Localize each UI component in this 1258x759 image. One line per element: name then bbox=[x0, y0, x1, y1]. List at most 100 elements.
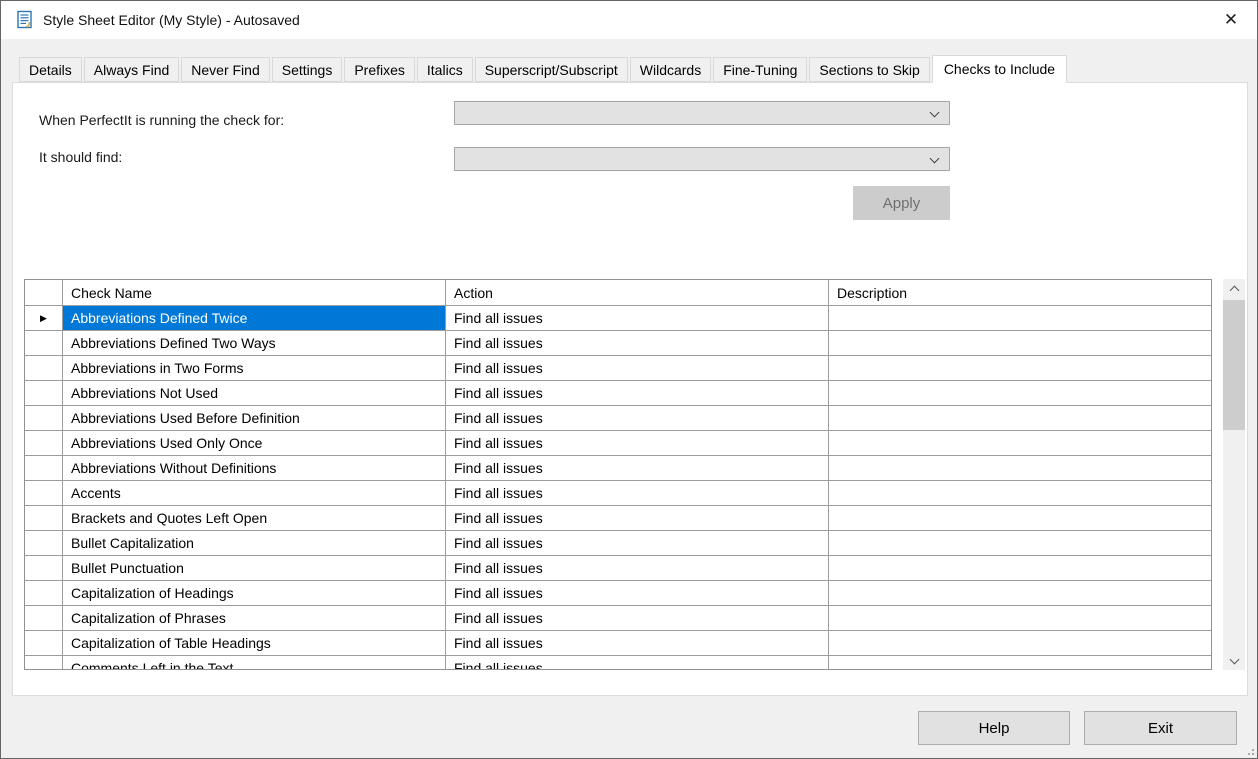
description-cell[interactable] bbox=[829, 456, 1211, 481]
description-cell[interactable] bbox=[829, 331, 1211, 356]
check-name-cell[interactable]: Abbreviations in Two Forms bbox=[63, 356, 446, 381]
tab-settings[interactable]: Settings bbox=[272, 57, 343, 82]
row-selector-cell[interactable] bbox=[25, 506, 63, 531]
check-name-cell[interactable]: Brackets and Quotes Left Open bbox=[63, 506, 446, 531]
description-cell[interactable] bbox=[829, 531, 1211, 556]
action-cell[interactable]: Find all issues bbox=[446, 506, 829, 531]
row-selector-cell[interactable] bbox=[25, 531, 63, 556]
table-row[interactable]: Abbreviations Without DefinitionsFind al… bbox=[25, 456, 1211, 481]
description-cell[interactable] bbox=[829, 406, 1211, 431]
table-row[interactable]: Capitalization of HeadingsFind all issue… bbox=[25, 581, 1211, 606]
table-row[interactable]: Bullet PunctuationFind all issues bbox=[25, 556, 1211, 581]
tab-never-find[interactable]: Never Find bbox=[181, 57, 269, 82]
row-selector-cell[interactable] bbox=[25, 406, 63, 431]
check-name-cell[interactable]: Capitalization of Table Headings bbox=[63, 631, 446, 656]
column-header-action[interactable]: Action bbox=[446, 280, 829, 306]
tab-details[interactable]: Details bbox=[19, 57, 82, 82]
check-name-cell[interactable]: Capitalization of Headings bbox=[63, 581, 446, 606]
tab-wildcards[interactable]: Wildcards bbox=[630, 57, 711, 82]
column-header-description[interactable]: Description bbox=[829, 280, 1211, 306]
scroll-up-button[interactable] bbox=[1223, 279, 1245, 298]
description-cell[interactable] bbox=[829, 506, 1211, 531]
check-name-cell[interactable]: Capitalization of Phrases bbox=[63, 606, 446, 631]
row-selector-cell[interactable] bbox=[25, 456, 63, 481]
row-selector-cell[interactable] bbox=[25, 631, 63, 656]
table-row[interactable]: AccentsFind all issues bbox=[25, 481, 1211, 506]
check-name-cell[interactable]: Abbreviations Used Only Once bbox=[63, 431, 446, 456]
action-cell[interactable]: Find all issues bbox=[446, 656, 829, 670]
table-row[interactable]: Bullet CapitalizationFind all issues bbox=[25, 531, 1211, 556]
check-name-cell[interactable]: Accents bbox=[63, 481, 446, 506]
action-cell[interactable]: Find all issues bbox=[446, 531, 829, 556]
table-row[interactable]: Abbreviations Defined Two WaysFind all i… bbox=[25, 331, 1211, 356]
table-row[interactable]: ▶Abbreviations Defined TwiceFind all iss… bbox=[25, 306, 1211, 331]
check-name-cell[interactable]: Abbreviations Defined Twice bbox=[63, 306, 446, 331]
description-cell[interactable] bbox=[829, 306, 1211, 331]
description-cell[interactable] bbox=[829, 431, 1211, 456]
row-selector-cell[interactable] bbox=[25, 356, 63, 381]
tab-superscript-subscript[interactable]: Superscript/Subscript bbox=[475, 57, 628, 82]
row-selector-cell[interactable] bbox=[25, 606, 63, 631]
action-cell[interactable]: Find all issues bbox=[446, 356, 829, 381]
description-cell[interactable] bbox=[829, 556, 1211, 581]
scroll-down-button[interactable] bbox=[1223, 651, 1245, 670]
vertical-scrollbar[interactable] bbox=[1223, 279, 1245, 670]
check-name-cell[interactable]: Bullet Punctuation bbox=[63, 556, 446, 581]
row-selector-cell[interactable] bbox=[25, 331, 63, 356]
description-cell[interactable] bbox=[829, 381, 1211, 406]
table-row[interactable]: Comments Left in the TextFind all issues bbox=[25, 656, 1211, 670]
action-cell[interactable]: Find all issues bbox=[446, 381, 829, 406]
tab-fine-tuning[interactable]: Fine-Tuning bbox=[713, 57, 807, 82]
action-cell[interactable]: Find all issues bbox=[446, 431, 829, 456]
check-name-cell[interactable]: Comments Left in the Text bbox=[63, 656, 446, 670]
help-button[interactable]: Help bbox=[918, 711, 1070, 745]
check-name-cell[interactable]: Bullet Capitalization bbox=[63, 531, 446, 556]
table-row[interactable]: Abbreviations Used Before DefinitionFind… bbox=[25, 406, 1211, 431]
resize-grip[interactable] bbox=[1244, 745, 1254, 755]
action-cell[interactable]: Find all issues bbox=[446, 481, 829, 506]
action-cell[interactable]: Find all issues bbox=[446, 406, 829, 431]
tab-prefixes[interactable]: Prefixes bbox=[344, 57, 415, 82]
exit-button[interactable]: Exit bbox=[1084, 711, 1237, 745]
row-selector-cell[interactable] bbox=[25, 481, 63, 506]
action-cell[interactable]: Find all issues bbox=[446, 456, 829, 481]
action-cell[interactable]: Find all issues bbox=[446, 331, 829, 356]
tab-always-find[interactable]: Always Find bbox=[84, 57, 179, 82]
check-name-cell[interactable]: Abbreviations Used Before Definition bbox=[63, 406, 446, 431]
table-row[interactable]: Brackets and Quotes Left OpenFind all is… bbox=[25, 506, 1211, 531]
scrollbar-thumb[interactable] bbox=[1223, 300, 1245, 430]
running-check-for-dropdown[interactable] bbox=[454, 101, 950, 125]
apply-button[interactable]: Apply bbox=[853, 186, 950, 220]
action-cell[interactable]: Find all issues bbox=[446, 306, 829, 331]
close-icon[interactable]: ✕ bbox=[1215, 5, 1247, 35]
row-selector-cell[interactable] bbox=[25, 581, 63, 606]
column-header-check-name[interactable]: Check Name bbox=[63, 280, 446, 306]
table-row[interactable]: Capitalization of Table HeadingsFind all… bbox=[25, 631, 1211, 656]
tab-italics[interactable]: Italics bbox=[417, 57, 473, 82]
row-selector-cell[interactable]: ▶ bbox=[25, 306, 63, 331]
action-cell[interactable]: Find all issues bbox=[446, 606, 829, 631]
description-cell[interactable] bbox=[829, 481, 1211, 506]
row-selector-cell[interactable] bbox=[25, 431, 63, 456]
check-name-cell[interactable]: Abbreviations Not Used bbox=[63, 381, 446, 406]
description-cell[interactable] bbox=[829, 631, 1211, 656]
row-selector-cell[interactable] bbox=[25, 656, 63, 670]
action-cell[interactable]: Find all issues bbox=[446, 581, 829, 606]
description-cell[interactable] bbox=[829, 581, 1211, 606]
row-selector-cell[interactable] bbox=[25, 556, 63, 581]
check-name-cell[interactable]: Abbreviations Defined Two Ways bbox=[63, 331, 446, 356]
check-name-cell[interactable]: Abbreviations Without Definitions bbox=[63, 456, 446, 481]
description-cell[interactable] bbox=[829, 606, 1211, 631]
tab-sections-to-skip[interactable]: Sections to Skip bbox=[809, 57, 929, 82]
description-cell[interactable] bbox=[829, 356, 1211, 381]
tab-checks-to-include[interactable]: Checks to Include bbox=[932, 55, 1067, 83]
table-row[interactable]: Capitalization of PhrasesFind all issues bbox=[25, 606, 1211, 631]
row-selector-cell[interactable] bbox=[25, 381, 63, 406]
action-cell[interactable]: Find all issues bbox=[446, 556, 829, 581]
action-cell[interactable]: Find all issues bbox=[446, 631, 829, 656]
it-should-find-dropdown[interactable] bbox=[454, 147, 950, 171]
table-row[interactable]: Abbreviations Not UsedFind all issues bbox=[25, 381, 1211, 406]
table-row[interactable]: Abbreviations Used Only OnceFind all iss… bbox=[25, 431, 1211, 456]
description-cell[interactable] bbox=[829, 656, 1211, 670]
table-row[interactable]: Abbreviations in Two FormsFind all issue… bbox=[25, 356, 1211, 381]
